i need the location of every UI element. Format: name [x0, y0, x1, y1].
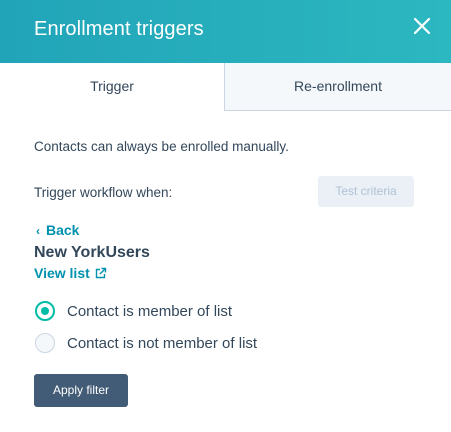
apply-filter-button[interactable]: Apply filter: [34, 374, 128, 407]
option-label: Contact is member of list: [67, 302, 233, 320]
panel-header: Enrollment triggers: [0, 0, 451, 63]
option-label: Contact is not member of list: [67, 334, 258, 352]
close-icon: [413, 17, 431, 35]
back-link[interactable]: ‹ Back: [36, 222, 79, 238]
view-list-label: View list: [34, 265, 90, 281]
tab-re-enrollment[interactable]: Re-enrollment: [224, 63, 451, 111]
trigger-label: Trigger workflow when:: [34, 185, 173, 200]
list-name: New YorkUsers: [34, 244, 150, 261]
option-member-of-list[interactable]: Contact is member of list: [35, 300, 232, 322]
chevron-left-icon: ‹: [36, 224, 40, 238]
radio-not-member-of-list[interactable]: [35, 333, 55, 353]
back-label: Back: [46, 222, 80, 238]
close-button[interactable]: [408, 12, 436, 40]
manual-enrollment-note: Contacts can always be enrolled manually…: [34, 139, 289, 154]
view-list-link[interactable]: View list: [34, 265, 107, 281]
option-not-member-of-list[interactable]: Contact is not member of list: [35, 332, 257, 354]
tab-bar: Trigger Re-enrollment: [0, 63, 451, 111]
external-link-icon: [95, 267, 106, 278]
radio-member-of-list[interactable]: [35, 301, 55, 321]
panel-title: Enrollment triggers: [34, 18, 204, 40]
test-criteria-button[interactable]: Test criteria: [318, 176, 414, 207]
tab-trigger[interactable]: Trigger: [0, 63, 224, 111]
